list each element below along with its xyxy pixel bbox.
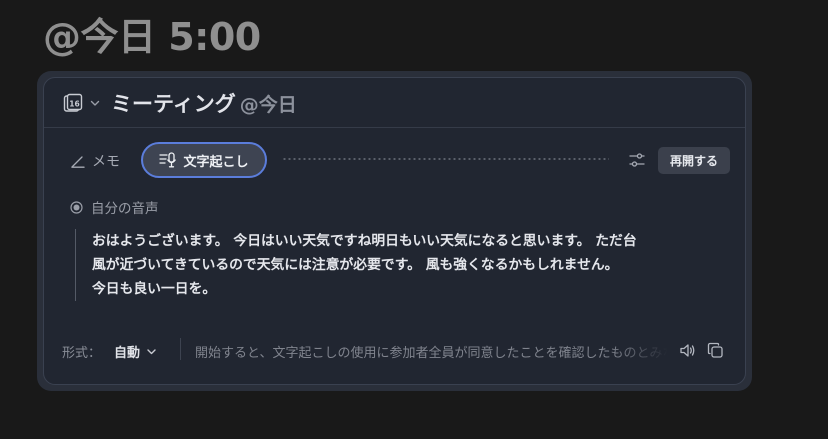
tab-memo-label: メモ xyxy=(92,154,120,170)
pen-icon xyxy=(71,156,85,168)
recording-progress-dots xyxy=(282,158,609,160)
transcript-mic-icon xyxy=(159,152,177,168)
chevron-down-icon[interactable] xyxy=(89,97,101,109)
format-label: 形式： xyxy=(62,346,102,361)
transcript-text: おはようございます。 今日はいい天気ですね明日もいい天気になると思います。 ただ… xyxy=(92,233,637,297)
transcript-block: おはようございます。 今日はいい天気ですね明日もいい天気になると思います。 ただ… xyxy=(75,229,735,301)
tab-transcript-label: 文字起こし xyxy=(183,154,249,170)
footer-divider xyxy=(180,338,181,360)
meeting-title[interactable]: ミーティング @今日 xyxy=(111,88,297,118)
meeting-card: 16 ミーティング @今日 メモ 文字起こし 再開する 自分の音声 おはようござ… xyxy=(43,77,746,385)
speaker-label: 自分の音声 xyxy=(91,201,159,217)
meeting-title-label: ミーティング xyxy=(111,92,236,116)
card-footer: 形式： 自動 開始すると、文字起こしの使用に参加者全員が同意したことを確認したも… xyxy=(44,333,745,367)
meeting-card-frame: 16 ミーティング @今日 メモ 文字起こし 再開する 自分の音声 おはようござ… xyxy=(37,71,752,391)
page-heading: @今日 5:00 xyxy=(43,15,261,59)
tab-transcript[interactable]: 文字起こし xyxy=(141,142,267,178)
calendar-day-text: 16 xyxy=(69,100,79,109)
tab-memo[interactable]: メモ xyxy=(70,149,120,173)
radio-icon xyxy=(70,200,83,214)
meeting-title-date: @今日 xyxy=(239,94,297,116)
speaker-icon[interactable] xyxy=(679,342,696,359)
calendar-icon[interactable]: 16 xyxy=(63,93,83,113)
speaker-label-row: 自分の音声 xyxy=(70,197,159,217)
format-value: 自動 xyxy=(114,346,141,361)
sliders-icon[interactable] xyxy=(628,151,646,169)
consent-notice: 開始すると、文字起こしの使用に参加者全員が同意したことを確認したものとみなされま… xyxy=(195,346,668,361)
resume-button[interactable]: 再開する xyxy=(658,147,730,174)
format-select[interactable]: 自動 xyxy=(114,342,157,361)
copy-icon[interactable] xyxy=(707,342,724,359)
card-title-row: 16 ミーティング @今日 xyxy=(44,78,745,128)
chevron-down-icon xyxy=(147,349,156,355)
